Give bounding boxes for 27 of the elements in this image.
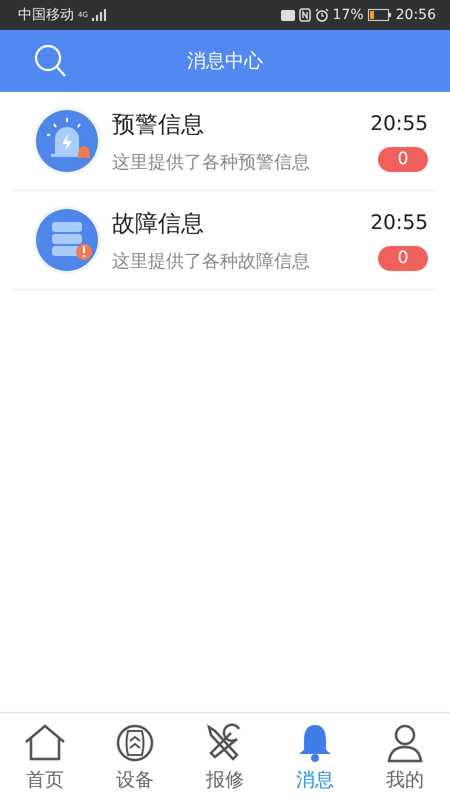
message-description: 这里提供了各种故障信息 — [112, 250, 311, 272]
home-icon — [23, 723, 67, 763]
tab-item[interactable]: 报修 — [180, 713, 270, 800]
battery-icon — [368, 9, 392, 21]
message-row[interactable]: 故障信息 这里提供了各种故障信息 20:55 0 — [12, 191, 438, 290]
message-title: 故障信息 — [112, 210, 205, 238]
page-title: 消息中心 — [187, 49, 263, 74]
tab-item[interactable]: 设备 — [90, 713, 180, 800]
unread-count: 0 — [378, 146, 428, 172]
tab-item[interactable]: 首页 — [0, 713, 90, 800]
alarm-icon — [314, 8, 329, 22]
server-alert-icon — [32, 205, 102, 275]
battery-percent: 17% — [332, 7, 364, 23]
clock-time: 20:56 — [396, 7, 436, 23]
message-title: 预警信息 — [112, 110, 205, 140]
search-icon[interactable] — [34, 44, 68, 78]
message-row[interactable]: 预警信息 这里提供了各种预警信息 20:55 0 — [12, 92, 438, 191]
alarm-light-icon — [32, 106, 102, 176]
message-time: 20:55 — [370, 110, 428, 134]
signal-icon — [92, 9, 106, 21]
unread-count: 0 — [378, 246, 428, 270]
tab-item[interactable]: 我的 — [360, 713, 450, 800]
nfc-icon — [298, 8, 311, 22]
tab-item[interactable]: 消息 — [270, 713, 360, 800]
message-description: 这里提供了各种预警信息 — [112, 150, 311, 174]
message-time: 20:55 — [370, 210, 428, 234]
carrier-name: 中国移动 — [18, 6, 74, 24]
